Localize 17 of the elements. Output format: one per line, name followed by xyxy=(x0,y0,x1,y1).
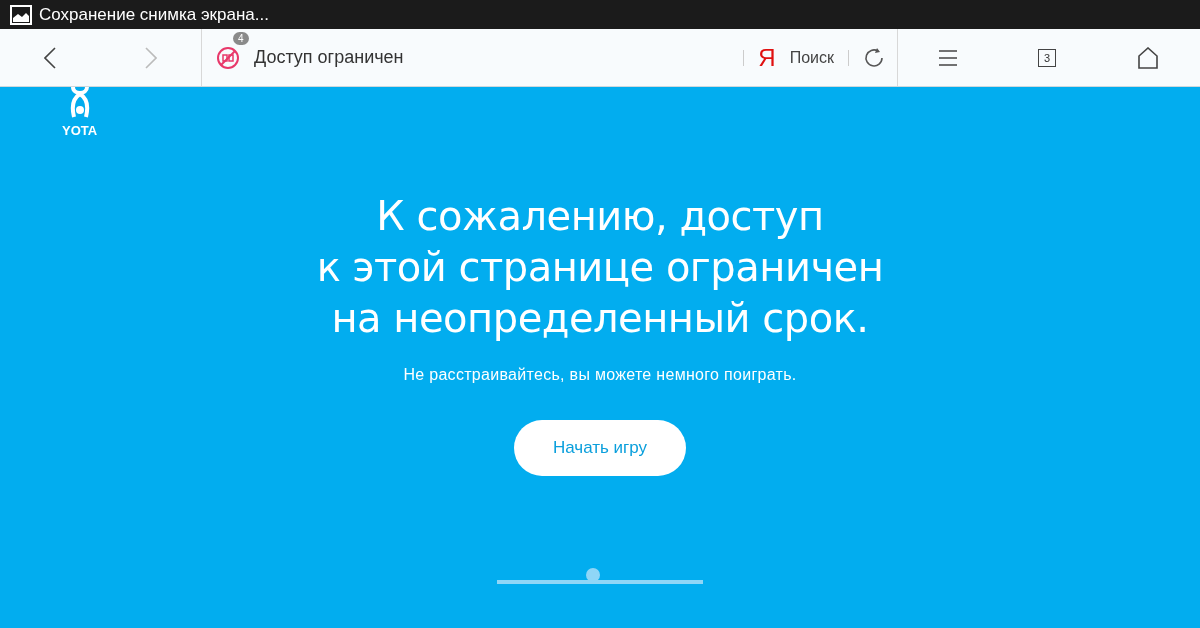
reload-button[interactable] xyxy=(863,46,885,69)
back-button[interactable] xyxy=(44,46,57,69)
home-button[interactable] xyxy=(1137,46,1160,69)
ad-block-icon[interactable] xyxy=(216,45,240,70)
search-logo: Я xyxy=(758,43,776,72)
logo-text: YOTA xyxy=(62,123,98,138)
page-title: Доступ ограничен xyxy=(254,47,405,68)
heading-line: на неопределенный срок. xyxy=(331,294,869,343)
heading-line: К сожалению, доступ xyxy=(376,192,824,241)
heading-line: к этой странице ограничен xyxy=(316,243,884,292)
search-button[interactable]: Поиск xyxy=(789,48,834,67)
tabs-button[interactable]: 3 xyxy=(1038,48,1056,67)
count-badge: 4 xyxy=(233,31,249,45)
image-icon xyxy=(10,4,32,25)
subtitle: Не расстраивайтесь, вы можете немного поиграть. xyxy=(403,366,797,384)
menu-button[interactable] xyxy=(938,48,957,67)
notification-text: Сохранение снимка экрана... xyxy=(39,4,269,25)
